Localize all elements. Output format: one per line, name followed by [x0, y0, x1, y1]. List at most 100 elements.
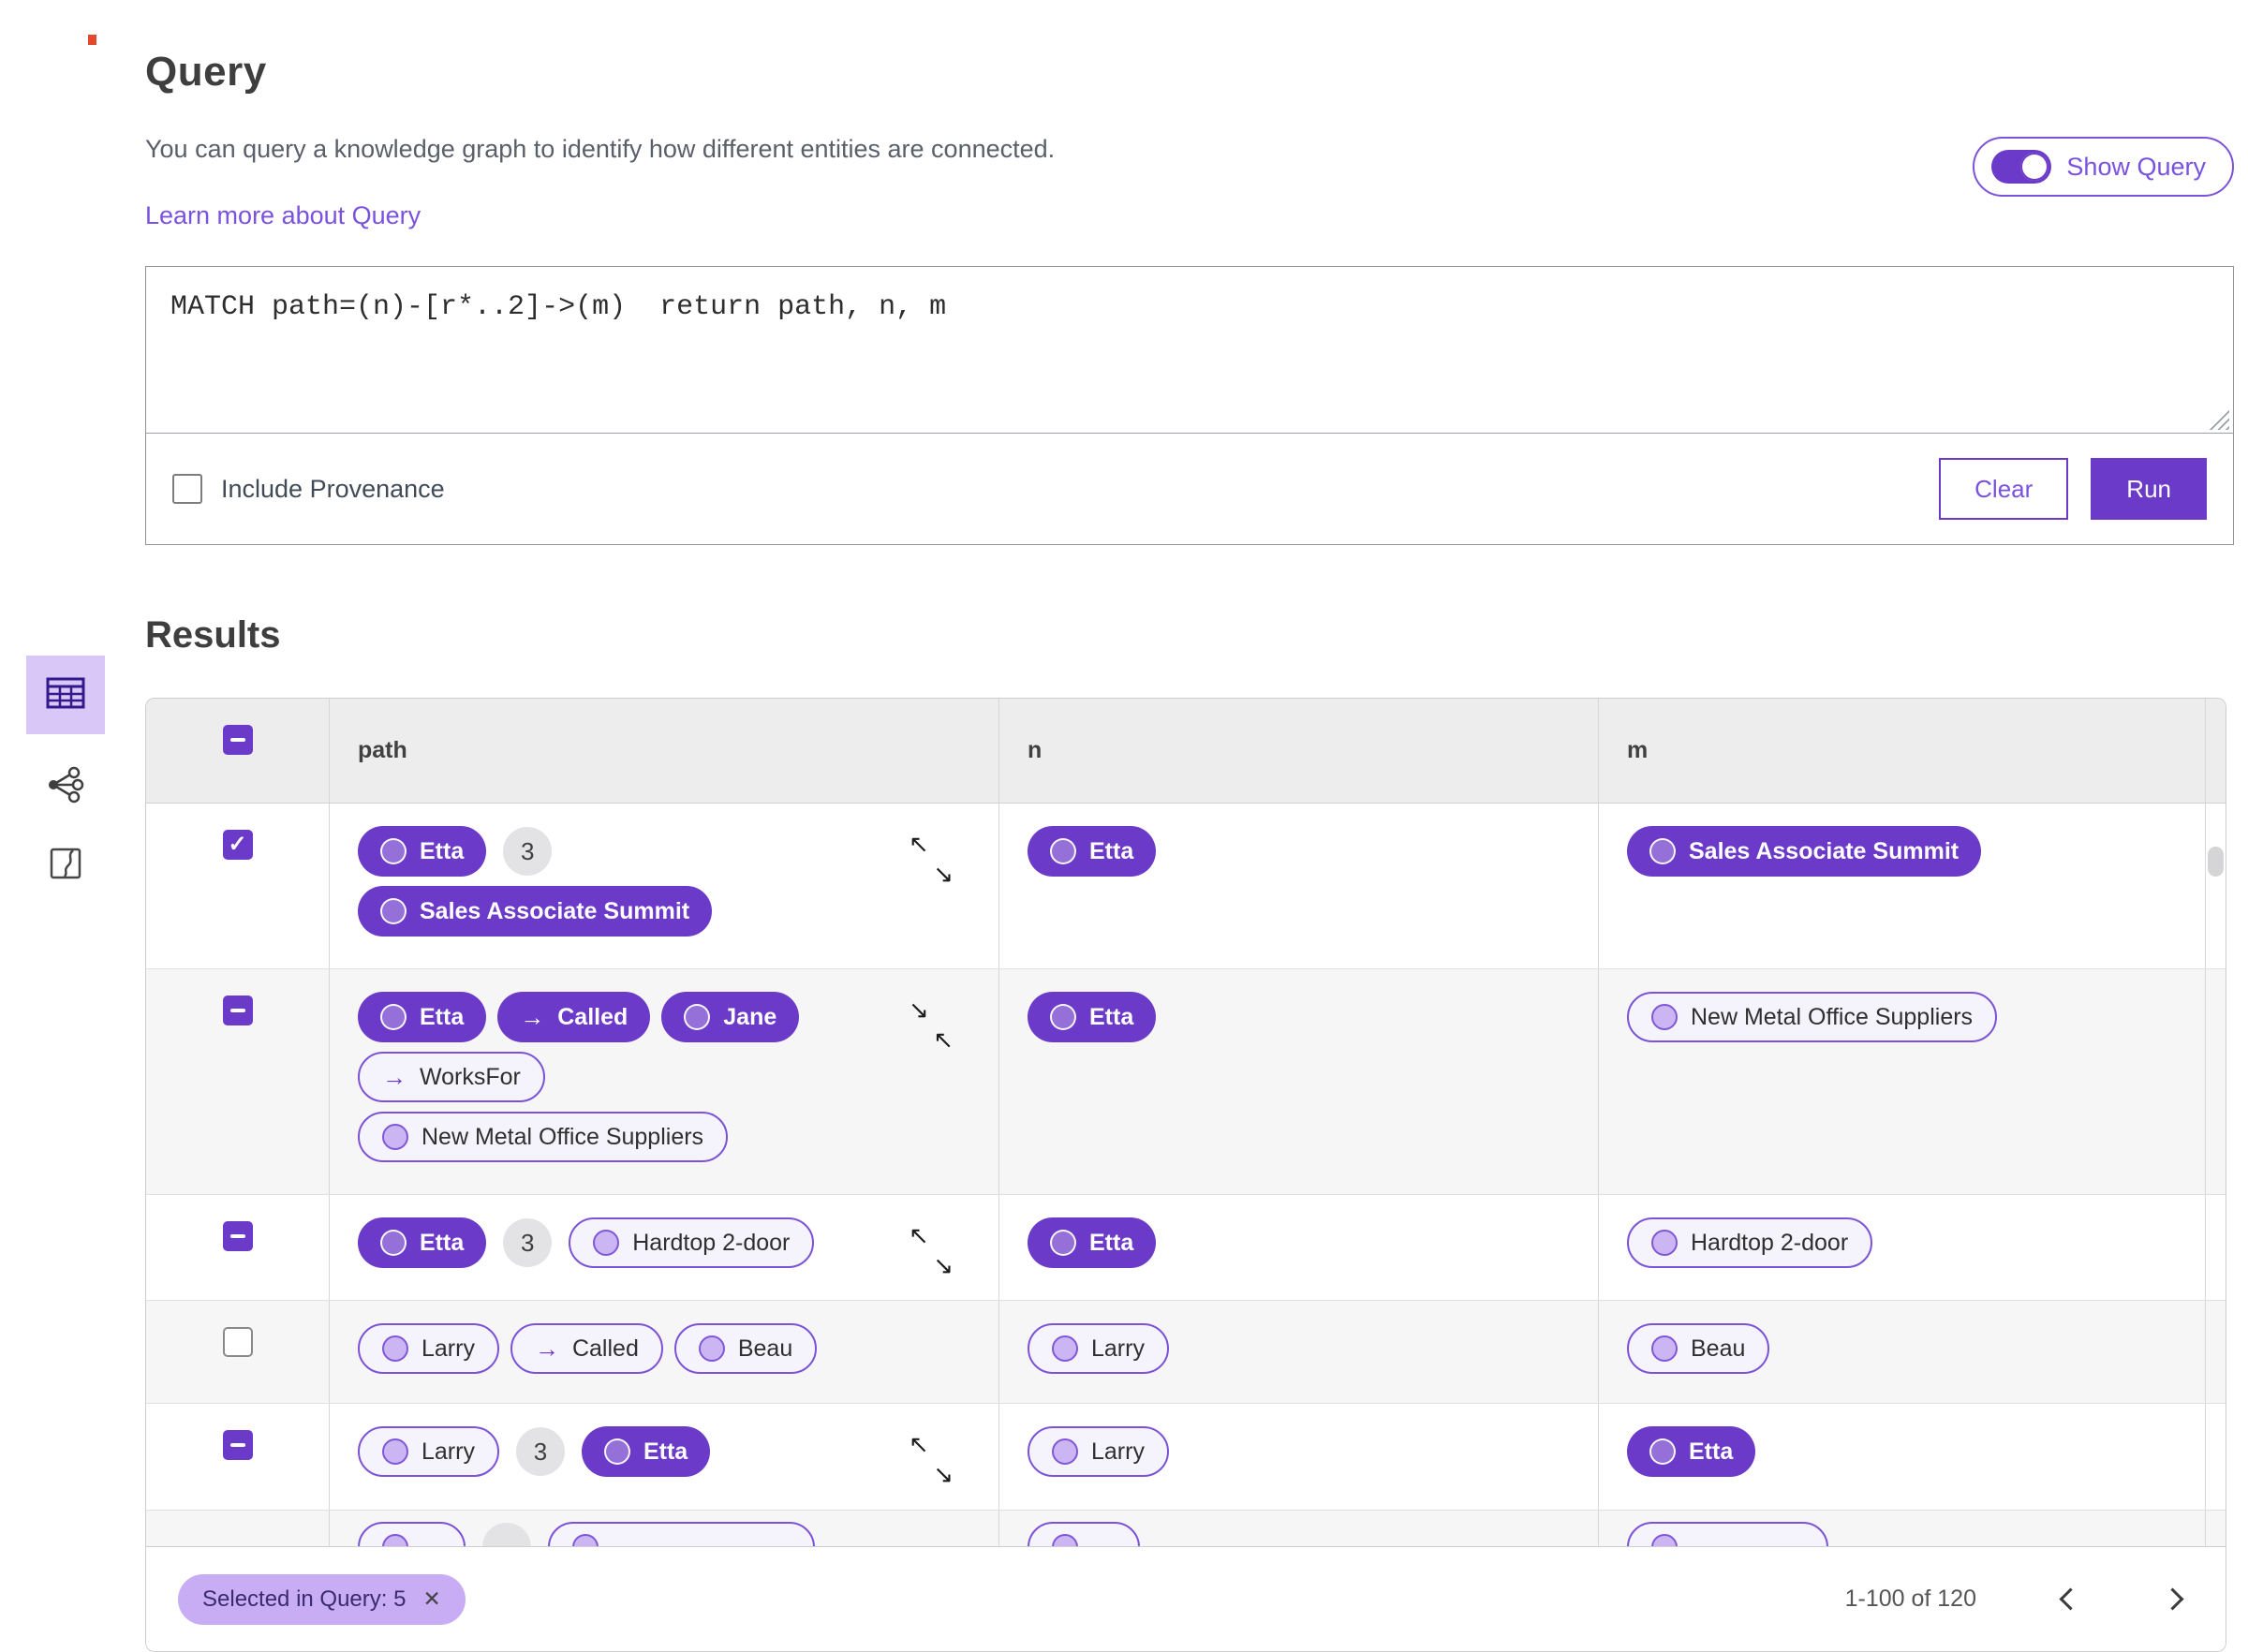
column-header-label: m — [1627, 737, 1649, 763]
expand-path-icon[interactable]: ↖ ↘ — [909, 832, 954, 886]
learn-more-link[interactable]: Learn more about Query — [145, 201, 421, 230]
node-circle-icon — [1651, 1230, 1678, 1256]
include-provenance: Include Provenance — [172, 474, 445, 504]
node-pill[interactable]: Hardtop 2-door — [569, 1217, 815, 1268]
next-page-icon[interactable] — [2161, 1587, 2184, 1611]
clear-button[interactable]: Clear — [1939, 458, 2069, 520]
show-query-toggle[interactable]: Show Query — [1973, 137, 2234, 197]
node-pill[interactable]: Larry — [358, 1426, 499, 1477]
scrollbar-gutter — [2205, 969, 2226, 1194]
node-circle-icon — [572, 1534, 599, 1546]
edge-pill[interactable]: → WorksFor — [358, 1052, 545, 1102]
page-description: You can query a knowledge graph to ident… — [145, 135, 1056, 163]
row-select-cell — [146, 969, 329, 1194]
expand-path-icon[interactable]: ↖ ↘ — [909, 1223, 954, 1277]
graph-view-button[interactable] — [26, 760, 105, 813]
node-circle-icon — [380, 1004, 407, 1030]
node-pill[interactable]: Larry — [1028, 1323, 1169, 1374]
node-pill[interactable]: Etta — [1028, 1217, 1157, 1268]
m-cell: New Metal Office Suppliers — [1598, 969, 2205, 1194]
edge-pill[interactable]: → Called — [510, 1323, 663, 1374]
pill-label: Beau — [737, 1335, 793, 1362]
collapse-path-icon[interactable]: ↘ ↖ — [909, 997, 954, 1052]
node-circle-icon — [380, 838, 407, 864]
pill-label: Hardtop 2-door — [1691, 1229, 1849, 1256]
map-view-button[interactable] — [26, 839, 105, 892]
scrollbar-gutter — [2205, 1511, 2226, 1546]
node-pill[interactable]: Etta — [358, 1217, 487, 1268]
node-circle-icon — [684, 1004, 711, 1030]
toggle-switch[interactable] — [1991, 150, 2052, 184]
node-pill[interactable]: New Metal Office Suppliers — [1627, 992, 1998, 1042]
row-checkbox[interactable] — [222, 1221, 253, 1251]
path-cell: Etta 3 Sales Associate Summit ↖ ↘ — [329, 804, 998, 968]
graph-icon — [45, 764, 86, 810]
pill-label: Etta — [1689, 1438, 1734, 1465]
node-pill[interactable]: Etta — [1627, 1426, 1756, 1477]
select-all-checkbox[interactable] — [222, 724, 253, 755]
node-pill[interactable]: Etta — [358, 826, 487, 877]
node-circle-icon — [380, 1230, 407, 1256]
hop-count-badge[interactable]: 3 — [503, 827, 553, 876]
m-cell: Hardtop 2-door — [1598, 1195, 2205, 1300]
show-query-label: Show Query — [2066, 152, 2206, 181]
hop-count-badge[interactable] — [482, 1523, 531, 1546]
selected-in-query-chip[interactable]: Selected in Query: 5 ✕ — [178, 1573, 466, 1625]
node-pill[interactable]: Etta — [1028, 992, 1157, 1042]
node-circle-icon — [1050, 1230, 1076, 1256]
path-line: Etta 3 — [358, 826, 998, 877]
n-cell: Larry — [998, 1301, 1598, 1403]
node-pill[interactable]: Beau — [1627, 1323, 1770, 1374]
previous-page-icon[interactable] — [2059, 1587, 2082, 1611]
node-circle-icon — [1052, 1534, 1078, 1546]
node-pill[interactable]: New Metal Office Suppliers — [358, 1112, 729, 1162]
table-row: Etta 3 Hardtop 2-door ↖ ↘ Etta Hardtop 2-door — [146, 1195, 2226, 1301]
pill-label: New Metal Office Suppliers — [1691, 1003, 1974, 1030]
vertical-scrollbar-thumb[interactable] — [2208, 847, 2224, 877]
map-icon — [45, 843, 86, 889]
pill-label: Sales Associate Summit — [420, 897, 690, 924]
node-pill[interactable]: Beau — [673, 1323, 818, 1374]
node-pill[interactable] — [358, 1522, 466, 1546]
path-line: Larry 3 Etta — [358, 1426, 998, 1477]
run-button[interactable]: Run — [2091, 458, 2207, 520]
scrollbar-gutter — [2205, 699, 2226, 803]
path-cell: Larry 3 Etta ↖ ↘ — [329, 1404, 998, 1510]
node-pill[interactable]: Larry — [358, 1323, 499, 1374]
node-pill[interactable]: Etta — [1028, 826, 1157, 877]
node-pill[interactable]: Larry — [1028, 1426, 1169, 1477]
n-cell — [998, 1511, 1598, 1546]
node-pill[interactable]: Sales Associate Summit — [1627, 826, 1982, 877]
node-pill[interactable]: Sales Associate Summit — [358, 886, 713, 937]
node-pill[interactable]: Jane — [661, 992, 800, 1042]
hop-count-badge[interactable]: 3 — [503, 1218, 553, 1267]
close-icon[interactable]: ✕ — [422, 1586, 440, 1612]
node-circle-icon — [1651, 1335, 1678, 1362]
row-checkbox[interactable] — [222, 830, 253, 860]
results-table: path n m Etta3Sales Associate Summit↖↘Et… — [145, 698, 2226, 1652]
node-circle-icon — [1649, 1438, 1676, 1465]
include-provenance-checkbox[interactable] — [172, 474, 202, 504]
node-circle-icon — [603, 1438, 630, 1465]
edge-pill[interactable]: → Called — [497, 992, 651, 1042]
m-cell: Etta — [1598, 1404, 2205, 1510]
table-view-button[interactable] — [26, 656, 105, 734]
edge-arrow-icon: → — [382, 1063, 407, 1091]
node-circle-icon — [1649, 838, 1676, 864]
page-range-label: 1-100 of 120 — [1844, 1586, 1976, 1612]
node-pill[interactable] — [1627, 1522, 1828, 1546]
node-pill[interactable]: Etta — [358, 992, 487, 1042]
node-pill[interactable] — [1028, 1522, 1140, 1546]
row-checkbox[interactable] — [222, 996, 253, 1025]
hop-count-badge[interactable]: 3 — [515, 1427, 565, 1476]
row-checkbox[interactable] — [222, 1430, 253, 1460]
path-line: New Metal Office Suppliers — [358, 1112, 998, 1162]
query-input[interactable]: MATCH path=(n)-[r*..2]->(m) return path,… — [146, 267, 2233, 434]
node-pill[interactable]: Hardtop 2-door — [1627, 1217, 1873, 1268]
pill-label: Larry — [1091, 1438, 1145, 1465]
pill-label: Larry — [1091, 1335, 1145, 1362]
expand-path-icon[interactable]: ↖ ↘ — [909, 1432, 954, 1486]
row-checkbox[interactable] — [222, 1327, 253, 1357]
node-pill[interactable] — [548, 1522, 815, 1546]
node-pill[interactable]: Etta — [581, 1426, 711, 1477]
